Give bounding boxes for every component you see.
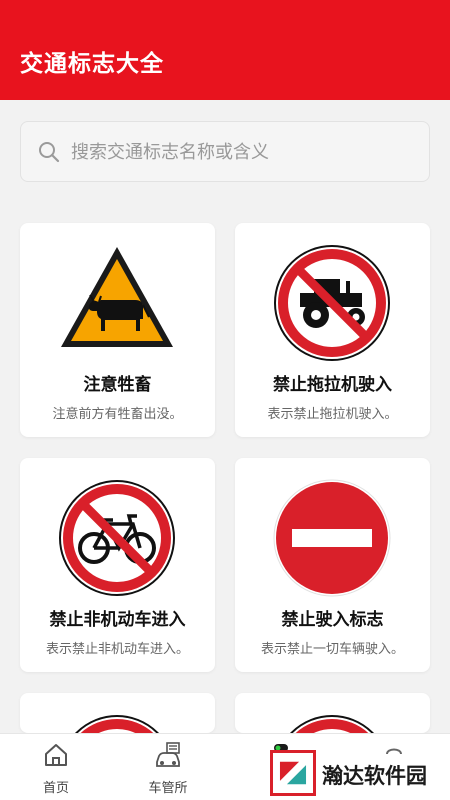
nav-label: 车管所 <box>148 781 188 796</box>
card-title: 禁止拖拉机驶入 <box>273 375 392 395</box>
card-title: 注意牲畜 <box>83 375 152 395</box>
no-entry-sign-icon <box>273 479 391 597</box>
sign-card-partial[interactable] <box>235 693 430 733</box>
cattle-warning-sign-icon <box>61 247 173 347</box>
nav-item-home[interactable]: 首页 <box>0 734 112 800</box>
card-desc: 表示禁止非机动车进入。 <box>45 642 189 657</box>
nav-item-car-office[interactable]: 车管所 <box>112 734 224 800</box>
car-office-icon <box>156 742 180 767</box>
search-input[interactable] <box>71 132 411 172</box>
search-icon <box>39 142 60 163</box>
search-bar[interactable] <box>20 121 430 182</box>
watermark: 瀚达软件园 <box>270 750 440 796</box>
card-title: 禁止驶入标志 <box>281 610 384 630</box>
sign-card-cattle[interactable]: 注意牲畜 注意前方有牲畜出没。 <box>20 223 215 437</box>
card-desc: 注意前方有牲畜出没。 <box>52 407 183 422</box>
app-header: 交通标志大全 <box>0 0 450 100</box>
prohibition-sign-icon <box>290 715 374 733</box>
nav-label: 首页 <box>42 781 69 796</box>
sign-card-no-bicycle[interactable]: 禁止非机动车进入 表示禁止非机动车进入。 <box>20 458 215 672</box>
no-bicycle-sign-icon <box>59 480 175 596</box>
sign-card-no-tractor[interactable]: 禁止拖拉机驶入 表示禁止拖拉机驶入。 <box>235 223 430 437</box>
prohibition-sign-icon <box>75 715 159 733</box>
card-desc: 表示禁止一切车辆驶入。 <box>260 642 404 657</box>
sign-card-partial[interactable] <box>20 693 215 733</box>
page-title: 交通标志大全 <box>20 51 164 77</box>
no-tractor-sign-icon <box>274 245 390 361</box>
watermark-logo-icon <box>270 750 316 796</box>
watermark-text: 瀚达软件园 <box>322 763 427 788</box>
sign-card-no-entry[interactable]: 禁止驶入标志 表示禁止一切车辆驶入。 <box>235 458 430 672</box>
home-icon <box>45 744 67 766</box>
card-title: 禁止非机动车进入 <box>49 610 186 630</box>
card-desc: 表示禁止拖拉机驶入。 <box>267 407 398 422</box>
